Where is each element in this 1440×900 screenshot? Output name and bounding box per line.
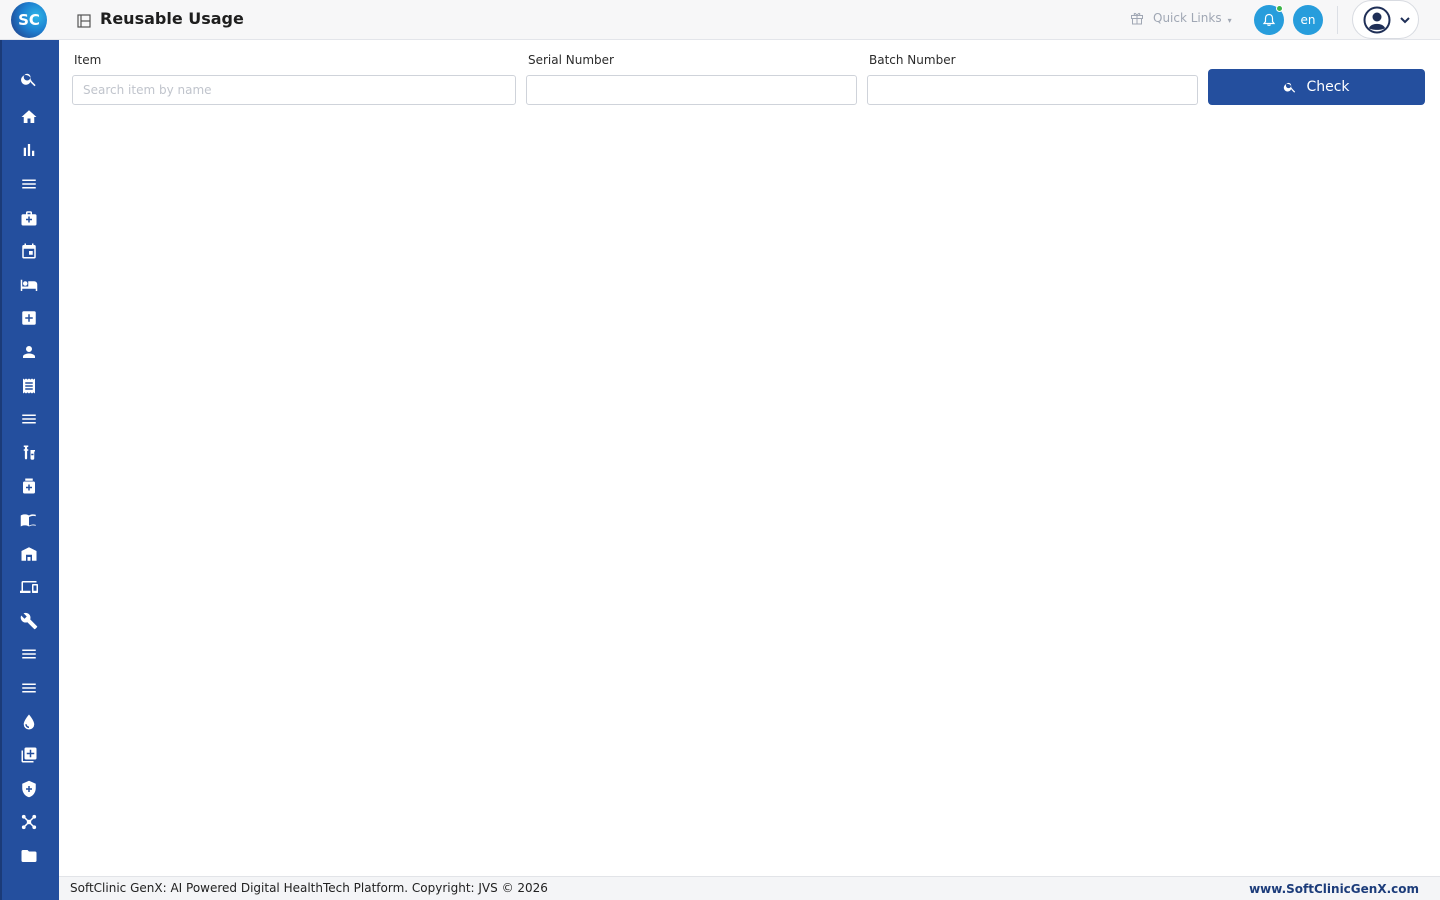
sidebar-item-home[interactable] bbox=[18, 106, 40, 128]
sidebar-item-documents[interactable] bbox=[18, 845, 40, 867]
sidebar-item-billing[interactable] bbox=[18, 375, 40, 397]
folder-icon bbox=[21, 850, 37, 862]
batch-number-input[interactable] bbox=[867, 75, 1198, 105]
batch-number-label: Batch Number bbox=[869, 53, 956, 67]
bell-icon bbox=[1262, 13, 1276, 26]
serial-number-label: Serial Number bbox=[528, 53, 614, 67]
sidebar-item-devices[interactable] bbox=[18, 576, 40, 598]
chevron-down-icon bbox=[1400, 16, 1410, 23]
user-avatar-icon bbox=[1363, 6, 1391, 33]
footer: SoftClinic GenX: AI Powered Digital Heal… bbox=[59, 876, 1440, 900]
devices-icon bbox=[20, 581, 38, 593]
header-divider bbox=[1337, 6, 1338, 34]
search-icon bbox=[21, 73, 36, 87]
shield-plus-icon bbox=[22, 780, 36, 798]
calendar-icon bbox=[22, 243, 36, 259]
language-label: en bbox=[1300, 13, 1316, 27]
sidebar-item-menu-4[interactable] bbox=[18, 677, 40, 699]
sidebar-item-search[interactable] bbox=[18, 68, 40, 90]
serial-number-input[interactable] bbox=[526, 75, 857, 105]
warehouse-icon bbox=[21, 547, 37, 561]
receipt-icon bbox=[23, 378, 35, 394]
menu-icon bbox=[22, 414, 36, 424]
menu-icon bbox=[22, 683, 36, 693]
sidebar-item-pharmacy[interactable] bbox=[18, 475, 40, 497]
menu-icon bbox=[22, 649, 36, 659]
sidebar-item-store[interactable] bbox=[18, 543, 40, 565]
bar-chart-icon bbox=[23, 144, 35, 156]
sidebar-item-menu-3[interactable] bbox=[18, 643, 40, 665]
check-button-label: Check bbox=[1306, 79, 1350, 95]
medical-plus-icon bbox=[22, 311, 36, 325]
language-button[interactable]: en bbox=[1293, 5, 1323, 35]
sidebar-item-menu-1[interactable] bbox=[18, 173, 40, 195]
hub-icon bbox=[21, 814, 37, 830]
add-library-icon bbox=[21, 747, 37, 763]
notification-status-dot bbox=[1276, 5, 1283, 12]
check-button[interactable]: Check bbox=[1208, 69, 1425, 105]
sidebar-item-integrations[interactable] bbox=[18, 811, 40, 833]
sidebar-item-menu-2[interactable] bbox=[18, 408, 40, 430]
item-search-input[interactable] bbox=[72, 75, 516, 105]
sidebar-item-add-records[interactable] bbox=[18, 744, 40, 766]
menu-icon bbox=[22, 179, 36, 189]
home-icon bbox=[21, 110, 37, 123]
sidebar bbox=[0, 40, 59, 900]
quick-links-dropdown[interactable]: Quick Links ▾ bbox=[1130, 8, 1232, 28]
sidebar-item-patients[interactable] bbox=[18, 341, 40, 363]
sidebar-item-emergency[interactable] bbox=[18, 307, 40, 329]
person-icon bbox=[23, 346, 35, 358]
app-logo[interactable]: SC bbox=[11, 2, 47, 38]
sidebar-item-insurance[interactable] bbox=[18, 778, 40, 800]
sidebar-item-ipd[interactable] bbox=[18, 274, 40, 296]
sidebar-item-library[interactable] bbox=[18, 509, 40, 531]
user-menu-button[interactable] bbox=[1352, 0, 1419, 39]
sidebar-item-medical[interactable] bbox=[18, 207, 40, 229]
book-icon bbox=[20, 514, 36, 527]
medical-bag-icon bbox=[21, 211, 37, 226]
logo-text: SC bbox=[18, 11, 40, 29]
wrench-icon bbox=[20, 612, 38, 630]
sidebar-item-reports[interactable] bbox=[18, 139, 40, 161]
bed-icon bbox=[20, 279, 38, 291]
top-bar: SC Reusable Usage Quick Links ▾ en bbox=[0, 0, 1440, 40]
sidebar-item-maintenance[interactable] bbox=[18, 610, 40, 632]
lab-icon bbox=[23, 445, 35, 460]
sidebar-item-lab[interactable] bbox=[18, 442, 40, 464]
sidebar-item-appointments[interactable] bbox=[18, 240, 40, 262]
item-label: Item bbox=[74, 53, 102, 67]
search-icon bbox=[1284, 82, 1296, 93]
footer-copyright: SoftClinic GenX: AI Powered Digital Heal… bbox=[70, 881, 548, 895]
page-title: Reusable Usage bbox=[100, 9, 244, 28]
sidebar-item-blood-bank[interactable] bbox=[18, 711, 40, 733]
page-icon bbox=[77, 14, 91, 28]
blood-drop-icon bbox=[23, 714, 35, 730]
caret-down-icon: ▾ bbox=[1227, 15, 1232, 25]
footer-website-link[interactable]: www.SoftClinicGenX.com bbox=[1249, 882, 1419, 896]
pharmacy-icon bbox=[23, 478, 35, 494]
quick-links-label: Quick Links bbox=[1153, 11, 1222, 25]
gift-icon bbox=[1131, 12, 1143, 25]
